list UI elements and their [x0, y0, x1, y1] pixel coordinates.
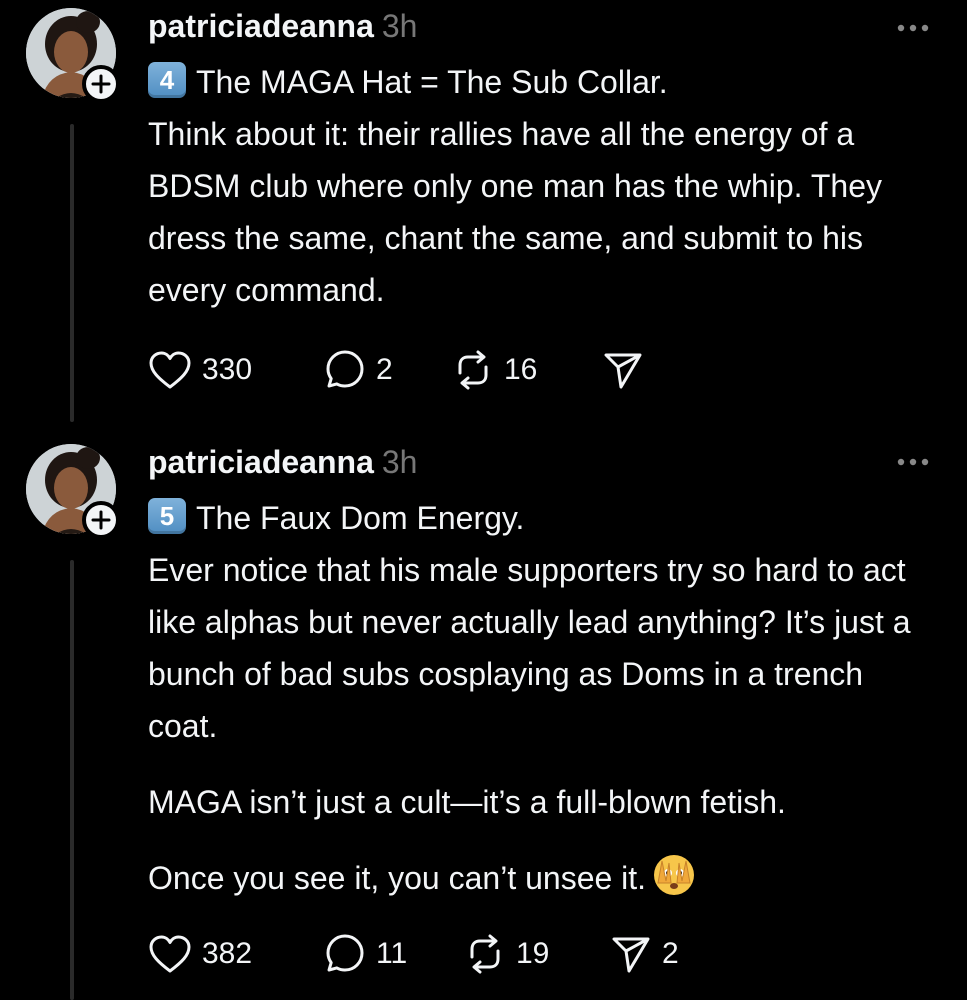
thread-line: [70, 124, 74, 422]
post-body: 5 The Faux Dom Energy. Ever notice that h…: [148, 492, 938, 912]
comment-bubble-icon: [326, 934, 364, 972]
post-header: patriciadeanna 3h: [148, 442, 417, 482]
heart-icon: [149, 935, 191, 973]
reply-count: 2: [376, 353, 393, 386]
share-button[interactable]: [602, 349, 654, 391]
like-count: 382: [202, 937, 253, 970]
thread-post-5: patriciadeanna 3h 5 The Faux Dom Energy. E…: [0, 440, 967, 1000]
post-headline: 4 The MAGA Hat = The Sub Collar.: [148, 56, 938, 108]
follow-button[interactable]: [82, 501, 120, 539]
headline-text: The Faux Dom Energy.: [196, 500, 525, 536]
post-actions: 382 11 19 2: [148, 932, 679, 976]
reply-button[interactable]: 11: [324, 932, 464, 976]
like-count: 330: [202, 353, 253, 386]
like-button[interactable]: 330: [148, 348, 324, 392]
heart-icon: [149, 351, 191, 389]
comment-bubble-icon: [326, 350, 364, 388]
repost-count: 16: [504, 353, 538, 386]
more-dots-icon: [897, 24, 929, 32]
repost-count: 19: [516, 937, 550, 970]
reply-button[interactable]: 2: [324, 348, 452, 392]
more-dots-icon: [897, 458, 929, 466]
keycap-number-emoji: 5: [148, 498, 186, 534]
headline-text: The MAGA Hat = The Sub Collar.: [196, 64, 668, 100]
post-header: patriciadeanna 3h: [148, 6, 417, 46]
post-paragraph-last: Once you see it, you can’t unsee it.: [148, 852, 938, 912]
like-button[interactable]: 382: [148, 932, 324, 976]
repost-button[interactable]: 16: [452, 348, 602, 392]
plus-icon: [91, 510, 111, 530]
face-peeking-through-hands-emoji: [652, 853, 696, 912]
thread-line: [70, 560, 74, 1000]
post-paragraph: Ever notice that his male supporters try…: [148, 552, 911, 744]
thread-post-4: patriciadeanna 3h 4 The MAGA Hat = The Sub…: [0, 0, 967, 440]
repost-button[interactable]: 19: [464, 932, 610, 976]
more-options-button[interactable]: [895, 452, 931, 472]
reply-count: 11: [376, 937, 408, 970]
repost-arrows-icon: [458, 350, 488, 390]
post-paragraph: MAGA isn’t just a cult—it’s a full-blown…: [148, 784, 786, 820]
timestamp: 3h: [381, 8, 418, 44]
username-link[interactable]: patriciadeanna: [148, 444, 374, 480]
plus-icon: [91, 74, 111, 94]
timestamp: 3h: [381, 444, 418, 480]
more-options-button[interactable]: [895, 18, 931, 38]
post-body: 4 The MAGA Hat = The Sub Collar. Think ab…: [148, 56, 938, 316]
send-paper-plane-icon: [604, 353, 642, 389]
send-paper-plane-icon: [612, 937, 650, 973]
repost-arrows-icon: [470, 934, 500, 974]
post-actions: 330 2 16: [148, 348, 654, 392]
post-headline: 5 The Faux Dom Energy.: [148, 492, 938, 544]
share-count: 2: [662, 937, 679, 970]
post-paragraph: Think about it: their rallies have all t…: [148, 116, 883, 308]
keycap-number-emoji: 4: [148, 62, 186, 98]
username-link[interactable]: patriciadeanna: [148, 8, 374, 44]
post-paragraph-text: Once you see it, you can’t unsee it.: [148, 860, 647, 896]
share-button[interactable]: 2: [610, 932, 679, 976]
follow-button[interactable]: [82, 65, 120, 103]
